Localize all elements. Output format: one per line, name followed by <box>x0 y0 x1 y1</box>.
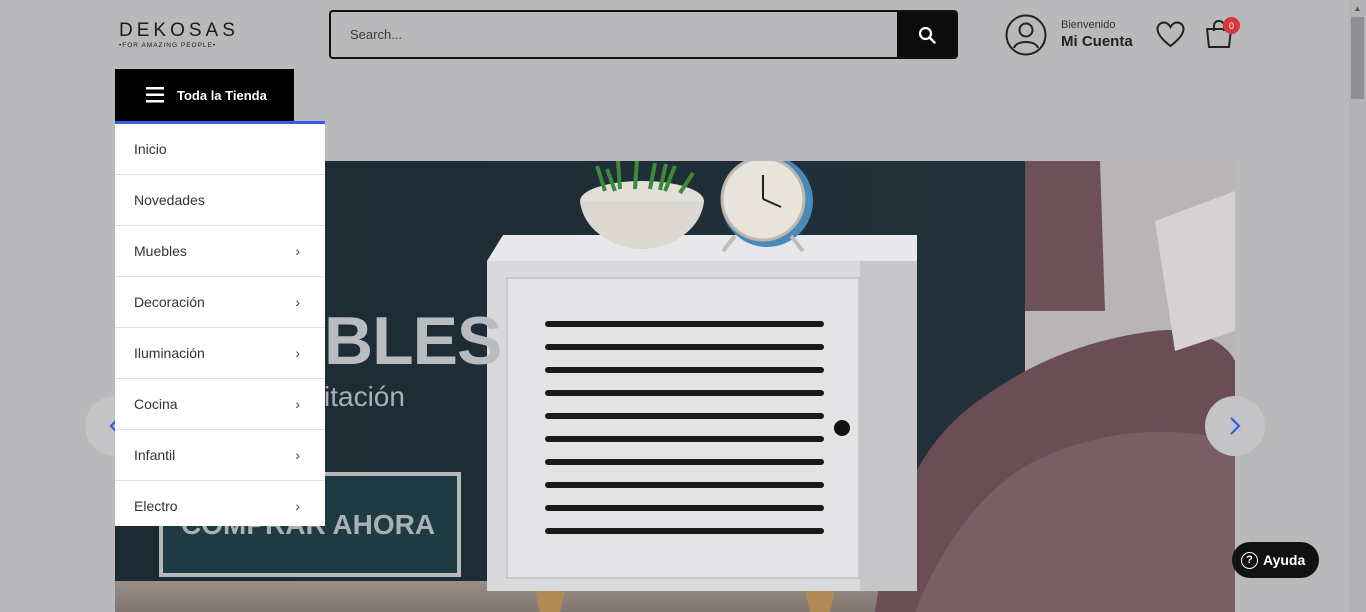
account-link[interactable]: Bienvenido Mi Cuenta <box>1005 14 1133 56</box>
account-welcome: Bienvenido <box>1061 19 1116 31</box>
category-item-novedades[interactable]: Novedades <box>115 175 325 226</box>
category-item-label: Iluminación <box>134 345 205 361</box>
category-item-label: Electro <box>134 498 178 514</box>
category-item-label: Inicio <box>134 141 167 157</box>
brand-logo[interactable]: DEKOSAS •FOR AMAZING PEOPLE• <box>119 20 249 49</box>
category-item-label: Cocina <box>134 396 178 412</box>
all-categories-label: Toda la Tienda <box>177 87 267 103</box>
scroll-up-icon[interactable]: ▲ <box>1349 0 1366 17</box>
page-scrollbar[interactable]: ▲ <box>1349 0 1366 612</box>
chevron-right-icon <box>1230 417 1241 435</box>
category-item-label: Novedades <box>134 192 205 208</box>
chevron-right-icon: › <box>295 498 300 514</box>
scrollbar-thumb[interactable] <box>1351 17 1364 99</box>
category-item-decoracion[interactable]: Decoración › <box>115 277 325 328</box>
hero-subline: itación <box>324 381 405 412</box>
category-item-label: Decoración <box>134 294 205 310</box>
search-bar <box>329 10 958 59</box>
hamburger-icon <box>146 87 164 103</box>
brand-tagline: •FOR AMAZING PEOPLE• <box>119 42 217 49</box>
category-item-label: Muebles <box>134 243 187 259</box>
category-item-muebles[interactable]: Muebles › <box>115 226 325 277</box>
chevron-right-icon: › <box>295 447 300 463</box>
category-item-infantil[interactable]: Infantil › <box>115 430 325 481</box>
category-item-electro[interactable]: Electro › <box>115 481 325 526</box>
slider-next-button[interactable] <box>1205 396 1265 456</box>
help-label: Ayuda <box>1263 552 1306 568</box>
heart-icon[interactable] <box>1156 21 1185 48</box>
category-item-inicio[interactable]: Inicio <box>115 124 325 175</box>
category-item-cocina[interactable]: Cocina › <box>115 379 325 430</box>
cart-count-badge: 0 <box>1223 17 1240 34</box>
search-icon <box>918 26 936 44</box>
hero-headline: BLES <box>324 303 502 379</box>
question-icon: ? <box>1241 551 1258 569</box>
category-item-label: Infantil <box>134 447 176 463</box>
search-input[interactable] <box>331 12 899 57</box>
help-button[interactable]: ? Ayuda <box>1232 542 1319 578</box>
chevron-right-icon: › <box>295 294 300 310</box>
chevron-right-icon: › <box>295 243 300 259</box>
category-menu: Inicio Novedades Muebles › Decoración › … <box>115 124 325 526</box>
brand-name: DEKOSAS <box>119 20 239 41</box>
category-item-iluminacion[interactable]: Iluminación › <box>115 328 325 379</box>
account-label: Mi Cuenta <box>1061 33 1133 50</box>
search-button[interactable] <box>897 12 956 57</box>
chevron-right-icon: › <box>295 345 300 361</box>
user-icon <box>1005 14 1047 56</box>
chevron-right-icon: › <box>295 396 300 412</box>
all-categories-button[interactable]: Toda la Tienda <box>115 69 294 121</box>
